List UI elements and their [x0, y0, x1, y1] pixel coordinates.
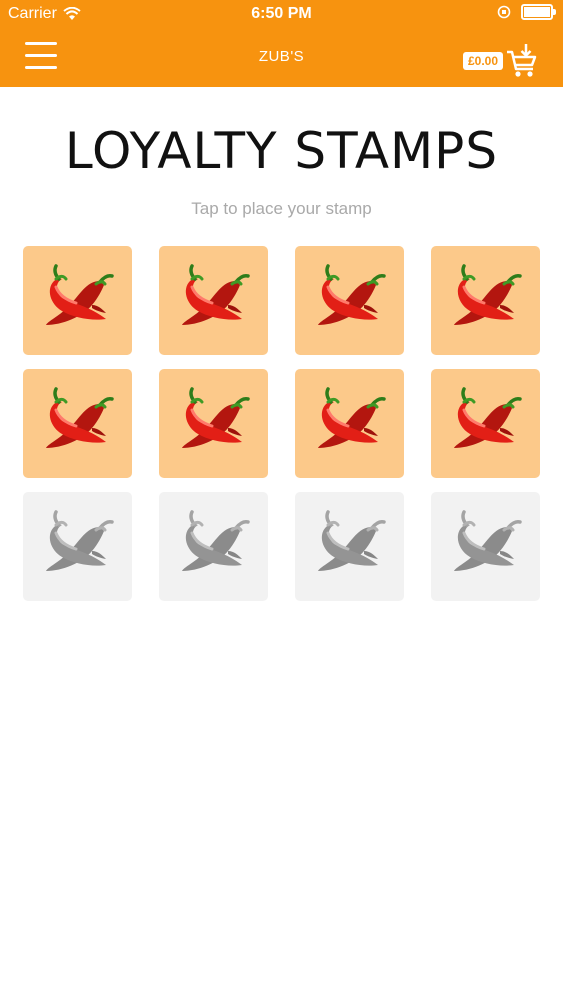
chili-pepper-icon [181, 263, 250, 325]
stamp-slot-filled[interactable] [159, 246, 268, 355]
chili-pepper-icon [45, 263, 114, 325]
stamp-slot-filled[interactable] [23, 369, 132, 478]
battery-icon [521, 4, 556, 20]
stamp-slot-empty[interactable] [23, 492, 132, 601]
chili-pepper-icon [317, 263, 386, 325]
chili-pepper-icon [317, 386, 386, 448]
stamp-slot-filled[interactable] [23, 246, 132, 355]
stamp-slot-empty[interactable] [295, 492, 404, 601]
chili-pepper-icon [45, 509, 114, 571]
stamp-slot-filled[interactable] [431, 246, 540, 355]
cart-total: £0.00 [462, 52, 503, 70]
stamp-slot-filled[interactable] [295, 369, 404, 478]
stamp-slot-filled[interactable] [431, 369, 540, 478]
stamp-slot-filled[interactable] [159, 369, 268, 478]
status-indicators [497, 4, 556, 20]
top-bar: Carrier 6:50 PM ZUB'S £0.00 [0, 0, 563, 87]
status-time: 6:50 PM [251, 5, 312, 22]
chili-pepper-icon [453, 509, 522, 571]
stamp-slot-filled[interactable] [295, 246, 404, 355]
page-title: LOYALTY STAMPS [64, 122, 499, 180]
orientation-lock-icon [497, 5, 511, 19]
stamp-grid [23, 246, 541, 601]
stamp-slot-empty[interactable] [159, 492, 268, 601]
chili-pepper-icon [453, 386, 522, 448]
chili-pepper-icon [45, 386, 114, 448]
nav-bar: ZUB'S £0.00 [0, 30, 563, 87]
chili-pepper-icon [453, 263, 522, 325]
chili-pepper-icon [317, 509, 386, 571]
chili-pepper-icon [181, 386, 250, 448]
hamburger-icon-line [25, 66, 57, 69]
status-bar: Carrier 6:50 PM [0, 0, 563, 30]
cart-button[interactable]: £0.00 [462, 43, 539, 79]
cart-download-icon [507, 44, 537, 77]
hamburger-icon-line [25, 42, 57, 45]
chili-pepper-icon [181, 509, 250, 571]
page-subtitle: Tap to place your stamp [191, 199, 372, 218]
stamp-slot-empty[interactable] [431, 492, 540, 601]
